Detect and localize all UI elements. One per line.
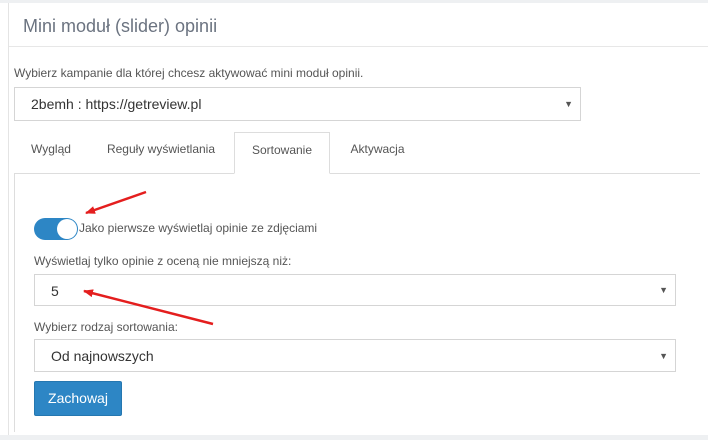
photo-first-toggle[interactable]: [34, 218, 78, 240]
bottom-background: [0, 435, 708, 440]
campaign-select[interactable]: 2bemh : https://getreview.pl ▼: [14, 87, 581, 121]
min-rating-label: Wyświetlaj tylko opinie z oceną nie mnie…: [34, 254, 292, 268]
tab-aktywacja[interactable]: Aktywacja: [330, 132, 425, 173]
caret-down-icon: ▼: [659, 285, 668, 295]
panel-header: Mini moduł (slider) opinii: [9, 3, 708, 47]
campaign-label: Wybierz kampanie dla której chcesz aktyw…: [14, 66, 364, 80]
min-rating-select[interactable]: 5 ▼: [34, 274, 676, 306]
toggle-knob: [57, 219, 77, 239]
caret-down-icon: ▼: [564, 99, 573, 109]
caret-down-icon: ▼: [659, 351, 668, 361]
settings-tabs: Wygląd Reguły wyświetlania Sortowanie Ak…: [14, 132, 700, 174]
photo-first-label: Jako pierwsze wyświetlaj opinie ze zdjęc…: [79, 221, 318, 235]
tab-reguly-wyswietlania[interactable]: Reguły wyświetlania: [88, 132, 234, 173]
min-rating-value: 5: [51, 283, 59, 299]
sort-type-value: Od najnowszych: [51, 348, 154, 364]
tab-wyglad[interactable]: Wygląd: [14, 132, 88, 173]
tab-sortowanie[interactable]: Sortowanie: [234, 132, 330, 174]
sort-type-select[interactable]: Od najnowszych ▼: [34, 339, 676, 372]
save-button[interactable]: Zachowaj: [34, 381, 122, 416]
campaign-select-value: 2bemh : https://getreview.pl: [31, 96, 202, 112]
sort-type-label: Wybierz rodzaj sortowania:: [34, 320, 178, 334]
panel-title: Mini moduł (slider) opinii: [23, 16, 218, 36]
